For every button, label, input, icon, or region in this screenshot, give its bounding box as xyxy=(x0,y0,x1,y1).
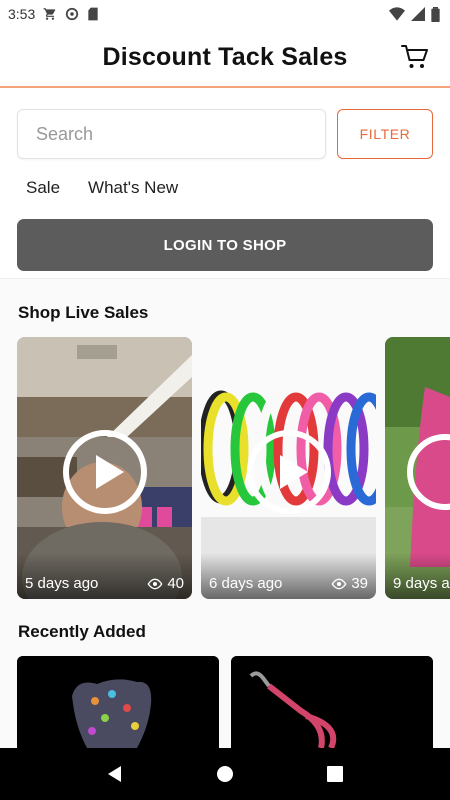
sd-card-icon xyxy=(87,7,99,21)
search-input[interactable] xyxy=(17,109,326,159)
recents-icon xyxy=(327,766,343,782)
card-date: 6 days ago xyxy=(209,575,283,592)
cart-button[interactable] xyxy=(400,42,430,72)
product-thumbnail xyxy=(17,656,219,748)
system-nav-bar xyxy=(0,748,450,800)
back-icon xyxy=(108,766,121,782)
recently-added-heading: Recently Added xyxy=(18,622,146,641)
product-thumbnail xyxy=(231,656,433,748)
back-button[interactable] xyxy=(95,754,135,794)
cart-icon xyxy=(401,45,428,68)
live-sale-card[interactable]: 9 days ago xyxy=(385,337,450,599)
sync-icon xyxy=(65,7,79,21)
search-row: FILTER xyxy=(17,109,433,159)
status-bar: 3:53 xyxy=(0,0,450,28)
card-date: 9 days ago xyxy=(393,575,450,592)
play-icon xyxy=(247,430,331,514)
tab-whats-new[interactable]: What's New xyxy=(88,178,178,198)
live-sale-card[interactable]: 6 days ago 39 xyxy=(201,337,376,599)
filter-button[interactable]: FILTER xyxy=(337,109,433,159)
play-icon xyxy=(63,430,147,514)
product-card[interactable] xyxy=(17,656,219,748)
live-sales-heading: Shop Live Sales xyxy=(18,303,149,322)
card-views: 39 xyxy=(331,575,368,592)
home-icon xyxy=(217,766,233,782)
page-title: Discount Tack Sales xyxy=(102,42,348,71)
tab-sale[interactable]: Sale xyxy=(26,178,60,198)
recents-button[interactable] xyxy=(315,754,355,794)
home-button[interactable] xyxy=(205,754,245,794)
app-header: Discount Tack Sales xyxy=(0,28,450,88)
battery-icon xyxy=(431,6,440,22)
card-views: 40 xyxy=(147,575,184,592)
status-right xyxy=(389,6,440,22)
signal-icon xyxy=(411,7,425,21)
eye-icon xyxy=(331,578,347,589)
cart-icon xyxy=(43,7,57,21)
status-time: 3:53 xyxy=(8,6,36,22)
category-tabs: Sale What's New xyxy=(26,178,178,198)
product-card[interactable] xyxy=(231,656,433,748)
live-sale-card[interactable]: 5 days ago 40 xyxy=(17,337,192,599)
login-to-shop-button[interactable]: LOGIN TO SHOP xyxy=(17,219,433,271)
eye-icon xyxy=(147,578,163,589)
view-count: 40 xyxy=(167,575,184,592)
card-date: 5 days ago xyxy=(25,575,99,592)
wifi-icon xyxy=(389,7,405,21)
view-count: 39 xyxy=(351,575,368,592)
status-left: 3:53 xyxy=(8,6,99,22)
